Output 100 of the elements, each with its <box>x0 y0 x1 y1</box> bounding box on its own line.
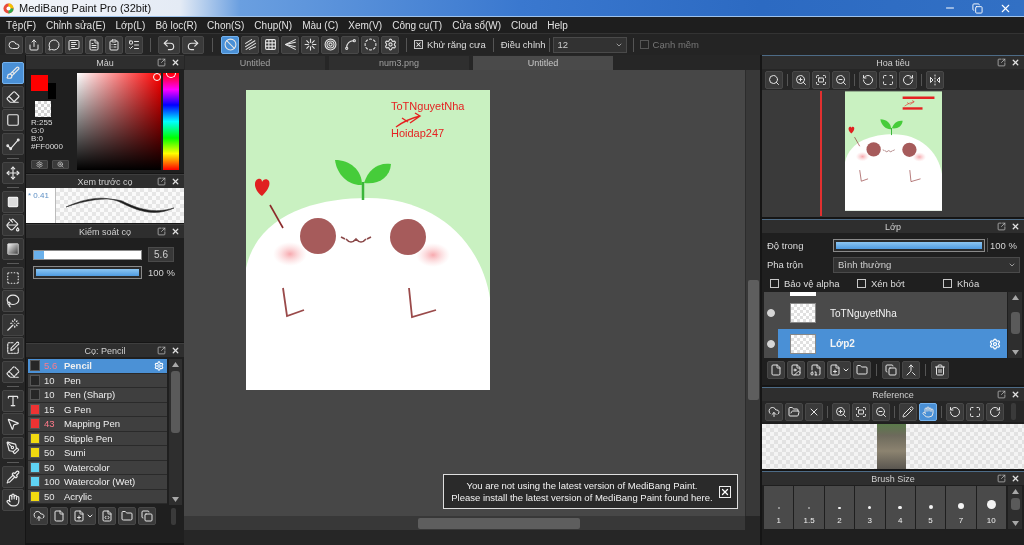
remove-button[interactable] <box>805 402 823 421</box>
tool-button[interactable] <box>1 237 24 260</box>
tool-button[interactable] <box>1 413 24 435</box>
menu-item[interactable]: Xem(V) <box>348 19 383 31</box>
tool-button[interactable] <box>1 436 24 459</box>
close-icon[interactable] <box>1011 58 1020 67</box>
menu-item[interactable]: Cửa sổ(W) <box>452 19 502 31</box>
scroll-down-icon[interactable] <box>172 497 179 502</box>
pop-out-icon[interactable] <box>157 177 166 186</box>
menu-item[interactable]: Lớp(L) <box>115 19 146 31</box>
snap-button[interactable] <box>381 35 399 54</box>
menu-item[interactable]: Bộ lọc(R) <box>155 19 198 31</box>
tool-button[interactable] <box>1 214 24 236</box>
zoom-button[interactable] <box>52 160 69 169</box>
menu-item[interactable]: Chọn(S) <box>207 19 245 31</box>
folder-button[interactable] <box>853 360 871 379</box>
tool-button[interactable] <box>1 389 24 412</box>
redo-button[interactable] <box>182 35 204 54</box>
brush-item[interactable]: 50 Sumi <box>28 446 167 461</box>
canvas-tab[interactable]: Untitled <box>185 56 325 70</box>
scrollbar[interactable] <box>169 359 182 505</box>
canvas-area[interactable]: ToTNguyetNha Hoidap247 You are not using the latest version of MediBang Paint. Please install the latest version of MediBang Paint found here. <box>184 70 745 516</box>
canvas-tab[interactable]: num3.png <box>329 56 469 70</box>
duplicate-button[interactable] <box>882 360 900 379</box>
tool-button[interactable] <box>1 489 24 511</box>
brush-size-option[interactable]: 1 <box>764 486 794 529</box>
fit-button[interactable] <box>812 70 830 89</box>
canvas-tab[interactable]: Untitled <box>473 56 613 70</box>
tool-button[interactable] <box>1 109 24 131</box>
open-button[interactable] <box>785 402 803 421</box>
visibility-dot-icon[interactable] <box>767 309 775 317</box>
scroll-down-icon[interactable] <box>1011 350 1019 355</box>
snap-button[interactable] <box>301 35 319 54</box>
scroll-up-icon[interactable] <box>1011 295 1019 300</box>
brush-item[interactable]: 100 Watercolor (Wet) <box>28 475 167 490</box>
snap-button[interactable] <box>261 35 279 54</box>
undo-button[interactable] <box>158 35 180 54</box>
transparent-swatch-icon[interactable] <box>35 101 51 117</box>
pop-out-icon[interactable] <box>997 390 1006 399</box>
pop-out-icon[interactable] <box>157 346 166 355</box>
scrollbar[interactable] <box>745 70 760 516</box>
new-1bit-layer-button[interactable] <box>807 360 825 379</box>
scroll-down-icon[interactable] <box>1011 521 1019 526</box>
color-swatch-icon[interactable] <box>31 75 48 91</box>
scrollbar-thumb[interactable] <box>418 517 580 529</box>
visibility-dot-icon[interactable] <box>767 339 775 348</box>
document-button[interactable] <box>85 35 103 54</box>
close-icon[interactable] <box>1011 474 1020 483</box>
add-layer-button[interactable] <box>827 360 851 379</box>
delete-button[interactable] <box>931 360 949 379</box>
share-button[interactable] <box>25 35 43 54</box>
fit-button[interactable] <box>852 402 870 421</box>
tool-button[interactable] <box>1 132 24 155</box>
menu-item[interactable]: Công cụ(T) <box>392 19 443 31</box>
snap-button[interactable] <box>341 35 359 54</box>
zoom-in-button[interactable] <box>792 70 810 89</box>
scrollbar[interactable] <box>1008 486 1022 529</box>
color-field[interactable] <box>77 73 161 170</box>
reference-view[interactable] <box>762 424 1024 469</box>
brush-size-option[interactable]: 1.5 <box>794 486 824 529</box>
tool-button[interactable] <box>1 360 24 383</box>
brush-size-option[interactable]: 4 <box>885 486 915 529</box>
brush-item[interactable]: 10 Pen (Sharp) <box>28 388 167 403</box>
navigator-view[interactable] <box>762 90 1024 217</box>
menu-item[interactable]: Cloud <box>511 19 538 31</box>
settings-button[interactable] <box>31 160 48 169</box>
merge-button[interactable] <box>902 360 920 379</box>
brush-size-option[interactable]: 2 <box>824 486 855 529</box>
settings-icon[interactable] <box>154 360 164 371</box>
snap-button[interactable] <box>221 35 239 54</box>
close-button[interactable] <box>719 485 731 498</box>
close-icon[interactable] <box>171 227 180 236</box>
pop-out-icon[interactable] <box>157 58 166 67</box>
brush-size-option[interactable]: 3 <box>855 486 885 529</box>
size-slider[interactable] <box>33 249 142 260</box>
brush-size-option[interactable]: 10 <box>976 486 1006 529</box>
zoom-reset-button[interactable] <box>765 70 783 89</box>
new-layer-button[interactable] <box>767 360 785 379</box>
tool-button[interactable] <box>1 85 24 108</box>
tool-button[interactable] <box>1 337 24 359</box>
snap-button[interactable] <box>321 35 339 54</box>
color-swatch-icon[interactable] <box>48 83 56 99</box>
tool-button[interactable] <box>1 190 24 213</box>
close-icon[interactable] <box>171 346 180 355</box>
tool-button[interactable] <box>1 62 24 84</box>
zoom-out-button[interactable] <box>832 70 850 89</box>
script-button[interactable] <box>98 507 116 525</box>
scroll-up-icon[interactable] <box>172 362 179 367</box>
dropdown[interactable]: 12 <box>552 36 627 53</box>
tool-button[interactable] <box>1 313 24 336</box>
folder-button[interactable] <box>118 507 136 525</box>
close-icon[interactable] <box>171 58 180 67</box>
rotate-left-button[interactable] <box>859 70 877 89</box>
tool-button[interactable] <box>1 161 24 184</box>
menu-item[interactable]: Help <box>547 19 568 31</box>
close-icon[interactable] <box>1011 222 1020 231</box>
menu-item[interactable]: Chỉnh sửa(E) <box>46 19 106 31</box>
rotate-left-button[interactable] <box>946 402 964 421</box>
menu-item[interactable]: Chụp(N) <box>254 19 293 31</box>
pop-out-icon[interactable] <box>997 474 1006 483</box>
